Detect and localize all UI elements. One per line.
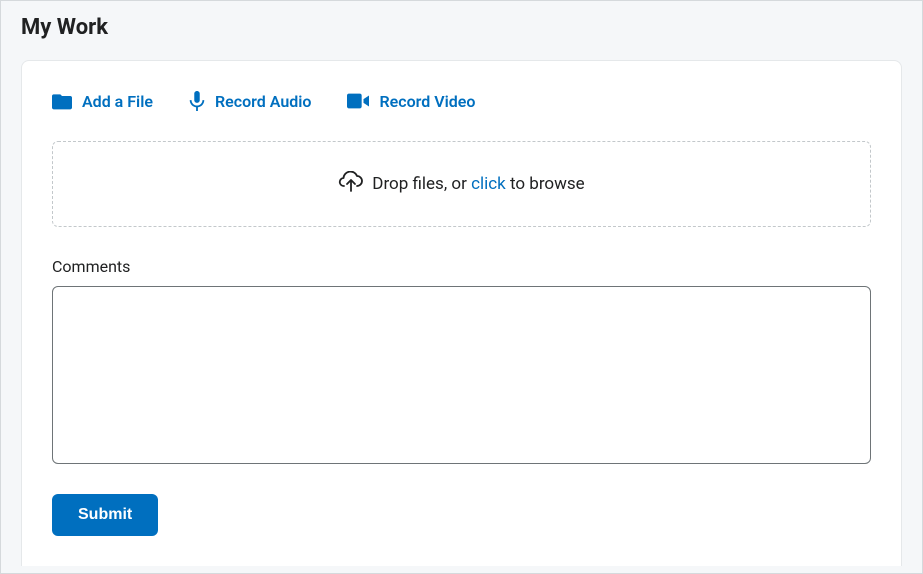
- video-camera-icon: [347, 93, 369, 109]
- record-audio-label: Record Audio: [215, 92, 312, 111]
- microphone-icon: [189, 91, 205, 111]
- cloud-upload-icon: [338, 171, 364, 198]
- my-work-card: Add a File Record Audio Record Video: [21, 60, 902, 566]
- folder-icon: [52, 92, 72, 110]
- record-audio-button[interactable]: Record Audio: [189, 91, 312, 111]
- add-file-button[interactable]: Add a File: [52, 91, 153, 111]
- dropzone-prefix: Drop files, or: [372, 174, 471, 194]
- dropzone-suffix: to browse: [506, 174, 585, 194]
- dropzone-click-link[interactable]: click: [471, 174, 506, 194]
- add-file-label: Add a File: [82, 92, 153, 111]
- action-row: Add a File Record Audio Record Video: [52, 91, 871, 111]
- comments-label: Comments: [52, 257, 871, 276]
- submit-button[interactable]: Submit: [52, 494, 158, 536]
- record-video-label: Record Video: [379, 92, 475, 111]
- dropzone-text: Drop files, or click to browse: [372, 174, 584, 194]
- file-dropzone[interactable]: Drop files, or click to browse: [52, 141, 871, 227]
- page-title: My Work: [1, 1, 922, 60]
- record-video-button[interactable]: Record Video: [347, 91, 475, 111]
- comments-textarea[interactable]: [52, 286, 871, 464]
